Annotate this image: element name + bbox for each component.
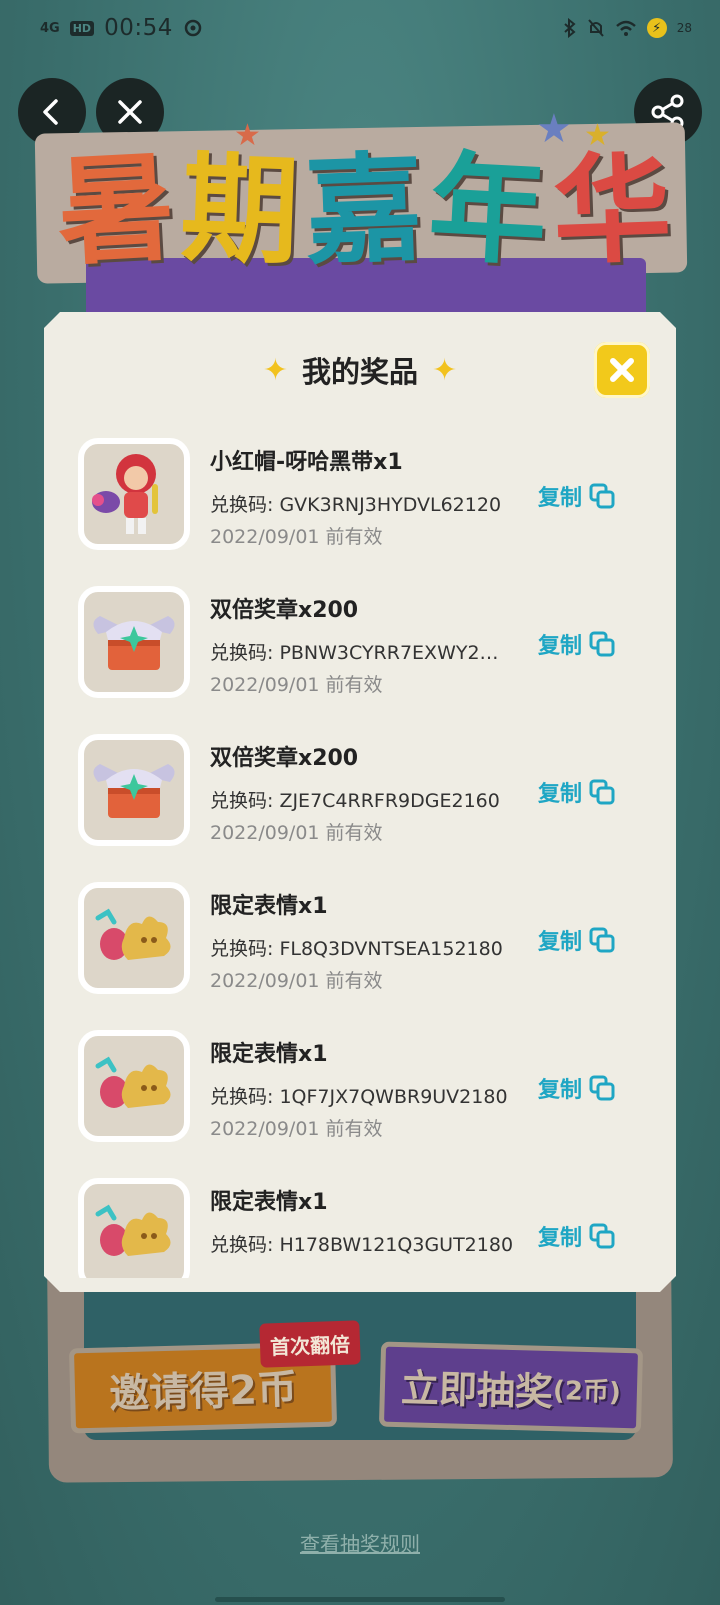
close-icon — [610, 358, 634, 382]
prize-expiry: 2022/09/01 前有效 — [210, 822, 383, 844]
charging-icon: ⚡ — [646, 18, 667, 38]
prize-name: 限定表情x1 — [210, 1042, 328, 1067]
prize-item: 小红帽-呀哈黑带x1 兑换码: GVK3RNJ3HYDVL62120 2022/… — [44, 438, 676, 554]
prize-expiry: 2022/09/01 前有效 — [210, 1118, 383, 1140]
banner-char: 年 — [425, 138, 551, 282]
copy-icon — [589, 927, 615, 953]
prize-list[interactable]: 小红帽-呀哈黑带x1 兑换码: GVK3RNJ3HYDVL62120 2022/… — [44, 438, 676, 1278]
battery-level: 28 — [676, 21, 692, 35]
prize-code: 兑换码: FL8Q3DVNTSEA152180 — [210, 938, 503, 960]
prize-code: 兑换码: PBNW3CYRR7EXWY2… — [210, 642, 499, 664]
home-indicator — [215, 1597, 505, 1602]
prize-item: 限定表情x1 兑换码: H178BW121Q3GUT2180 复制 — [44, 1178, 676, 1278]
modal-header: ✦ 我的奖品 ✦ — [44, 342, 676, 398]
draw-cost: (2币) — [552, 1376, 622, 1408]
copy-label: 复制 — [538, 930, 583, 955]
draw-button[interactable]: 立即抽奖 (2币) — [378, 1341, 644, 1434]
copy-icon — [589, 631, 615, 657]
prize-code: 兑换码: ZJE7C4RRFR9DGE2160 — [210, 790, 500, 812]
copy-icon — [589, 779, 615, 805]
wifi-icon — [615, 20, 636, 36]
prize-name: 双倍奖章x200 — [210, 598, 359, 623]
prize-code: 兑换码: GVK3RNJ3HYDVL62120 — [210, 494, 502, 516]
prize-item: 限定表情x1 兑换码: FL8Q3DVNTSEA152180 2022/09/0… — [44, 882, 676, 998]
prize-code: 兑换码: H178BW121Q3GUT2180 — [210, 1234, 514, 1256]
character-avatar-icon — [78, 438, 190, 550]
draw-label: 立即抽奖 — [400, 1366, 554, 1415]
banner-char: 华 — [550, 138, 674, 282]
status-bar: 4G HD 00:54 ⚡ 28 — [0, 0, 720, 56]
prize-expiry: 2022/09/01 前有效 — [210, 674, 383, 696]
modal-title: 我的奖品 — [301, 355, 418, 389]
prize-code: 兑换码: 1QF7JX7QWBR9UV2180 — [210, 1086, 508, 1108]
modal-close-button[interactable] — [594, 342, 650, 398]
emote-icon — [78, 882, 190, 994]
network-indicator: 4G — [40, 20, 60, 36]
copy-label: 复制 — [538, 1078, 583, 1103]
first-double-badge: 首次翻倍 — [259, 1320, 361, 1368]
sparkle-icon: ✦ — [262, 352, 288, 388]
copy-icon — [589, 1223, 615, 1249]
prize-name: 限定表情x1 — [210, 1190, 328, 1215]
prize-name: 限定表情x1 — [210, 894, 328, 919]
prize-item: 限定表情x1 兑换码: 1QF7JX7QWBR9UV2180 2022/09/0… — [44, 1030, 676, 1146]
copy-button[interactable]: 复制 — [538, 772, 616, 812]
copy-icon — [589, 1075, 615, 1101]
sparkle-icon: ✦ — [432, 352, 458, 388]
banner-char: 嘉 — [302, 138, 426, 282]
medal-chest-icon — [78, 586, 190, 698]
banner-char: 期 — [178, 138, 302, 282]
bluetooth-icon — [564, 18, 576, 38]
copy-button[interactable]: 复制 — [538, 1068, 616, 1108]
copy-button[interactable]: 复制 — [538, 476, 616, 516]
prize-item: 双倍奖章x200 兑换码: ZJE7C4RRFR9DGE2160 2022/09… — [44, 734, 676, 850]
copy-icon — [589, 483, 615, 509]
hd-badge: HD — [69, 20, 95, 36]
prize-item: 双倍奖章x200 兑换码: PBNW3CYRR7EXWY2… 2022/09/0… — [44, 586, 676, 702]
prize-name: 双倍奖章x200 — [210, 746, 359, 771]
copy-button[interactable]: 复制 — [538, 920, 616, 960]
sync-icon — [184, 19, 202, 37]
prizes-modal: ✦ 我的奖品 ✦ 小红帽-呀哈黑带x1 兑换码: GVK3RNJ3HYDVL62… — [44, 312, 676, 1292]
prize-expiry: 2022/09/01 前有效 — [210, 526, 383, 548]
clock: 00:54 — [104, 15, 173, 41]
banner-title: 暑 期 嘉 年 华 — [53, 138, 674, 282]
copy-label: 复制 — [538, 782, 583, 807]
copy-button[interactable]: 复制 — [538, 1216, 616, 1256]
copy-label: 复制 — [538, 1226, 583, 1251]
medal-chest-icon — [78, 734, 190, 846]
emote-icon — [78, 1030, 190, 1142]
copy-label: 复制 — [538, 634, 583, 659]
banner-char: 暑 — [53, 138, 179, 282]
prize-expiry: 2022/09/01 前有效 — [210, 970, 383, 992]
emote-icon — [78, 1178, 190, 1278]
prize-name: 小红帽-呀哈黑带x1 — [210, 450, 403, 475]
copy-label: 复制 — [538, 486, 583, 511]
mute-icon — [587, 19, 604, 37]
rules-link[interactable]: 查看抽奖规则 — [0, 1528, 720, 1557]
event-banner: ★ ★ ★ 暑 期 嘉 年 华 — [34, 106, 688, 318]
copy-button[interactable]: 复制 — [538, 624, 616, 664]
